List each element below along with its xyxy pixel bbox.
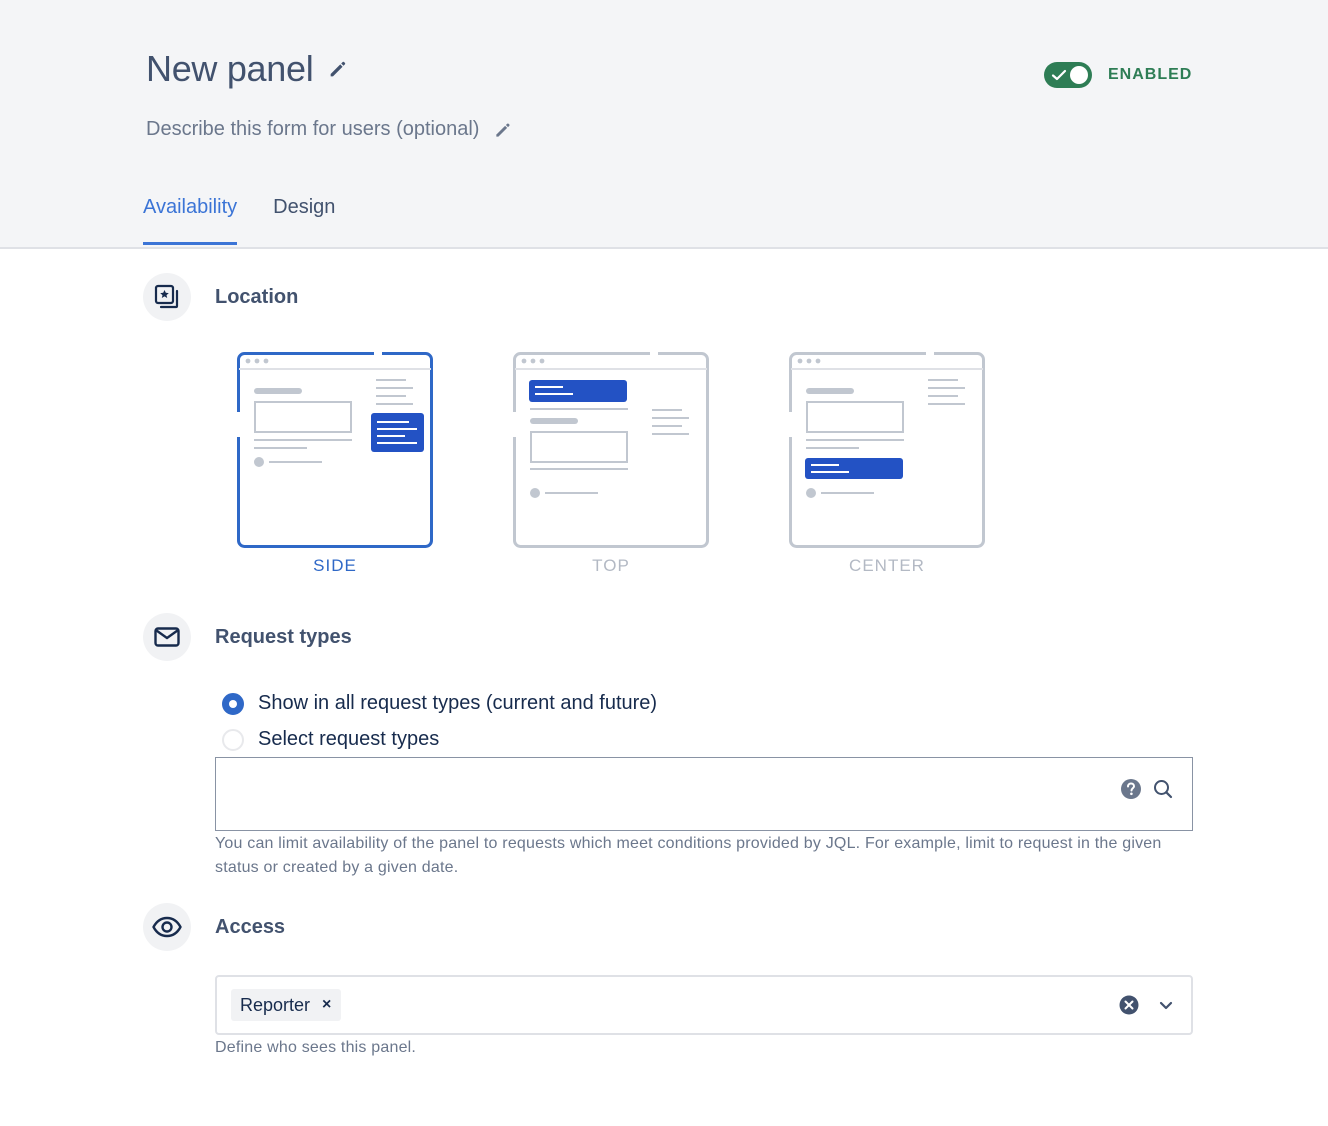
access-tag: Reporter ×	[231, 989, 342, 1021]
location-label-side[interactable]: SIDE	[237, 556, 433, 576]
radio-label: Select request types	[258, 728, 440, 750]
panel-description-text[interactable]: Describe this form for users (optional)	[146, 118, 479, 141]
access-select[interactable]: Reporter ×	[215, 975, 1193, 1035]
eye-icon	[152, 916, 182, 938]
pencil-icon[interactable]	[327, 58, 349, 80]
panel-title[interactable]: New panel	[146, 48, 349, 90]
status-badge: ENABLED	[1108, 66, 1193, 83]
chevron-down-icon[interactable]	[1157, 996, 1175, 1014]
center-layout-preview	[789, 352, 985, 548]
clear-icon[interactable]	[1119, 995, 1139, 1015]
jql-input-icons	[1120, 778, 1174, 800]
toggle-knob	[1070, 66, 1088, 84]
location-section-icon	[143, 273, 191, 321]
access-title: Access	[215, 916, 286, 938]
mail-icon	[154, 627, 180, 647]
access-select-icons	[1119, 995, 1175, 1015]
location-option-side[interactable]	[237, 352, 433, 548]
access-tag-label: Reporter	[240, 994, 311, 1015]
top-layout-preview	[513, 352, 709, 548]
tab-bar: Availability Design	[143, 196, 335, 245]
panel-header: New panel Describe this form for users (…	[0, 0, 1328, 249]
side-layout-preview	[237, 352, 433, 548]
panel-description[interactable]: Describe this form for users (optional)	[146, 118, 513, 141]
check-icon	[1051, 69, 1067, 81]
tab-availability[interactable]: Availability	[143, 196, 238, 245]
location-option-top[interactable]	[513, 352, 709, 548]
help-icon[interactable]	[1120, 778, 1142, 800]
radio-label: Show in all request types (current and f…	[258, 692, 658, 714]
radio-button[interactable]	[222, 728, 244, 751]
panel-title-text[interactable]: New panel	[146, 48, 314, 90]
location-title: Location	[215, 286, 299, 308]
request-types-section-icon	[143, 613, 191, 661]
radio-button-checked[interactable]	[222, 692, 244, 715]
location-label-center[interactable]: CENTER	[789, 556, 985, 576]
jql-help-text: You can limit availability of the panel …	[215, 835, 1162, 876]
remove-tag-icon[interactable]: ×	[322, 996, 331, 1014]
tab-design[interactable]: Design	[273, 196, 335, 243]
location-icon	[154, 284, 179, 309]
location-option-center[interactable]	[789, 352, 985, 548]
enabled-toggle[interactable]: ENABLED	[1044, 62, 1192, 88]
radio-select-request-types[interactable]: Select request types	[222, 728, 439, 751]
toggle-switch[interactable]	[1044, 62, 1092, 88]
search-icon[interactable]	[1152, 778, 1174, 800]
location-label-top[interactable]: TOP	[513, 556, 709, 576]
request-types-title: Request types	[215, 626, 352, 648]
radio-all-request-types[interactable]: Show in all request types (current and f…	[222, 692, 657, 715]
access-section-icon	[143, 903, 191, 951]
pencil-icon[interactable]	[493, 120, 513, 140]
jql-input[interactable]	[215, 757, 1193, 831]
access-help-text: Define who sees this panel.	[215, 1039, 417, 1056]
